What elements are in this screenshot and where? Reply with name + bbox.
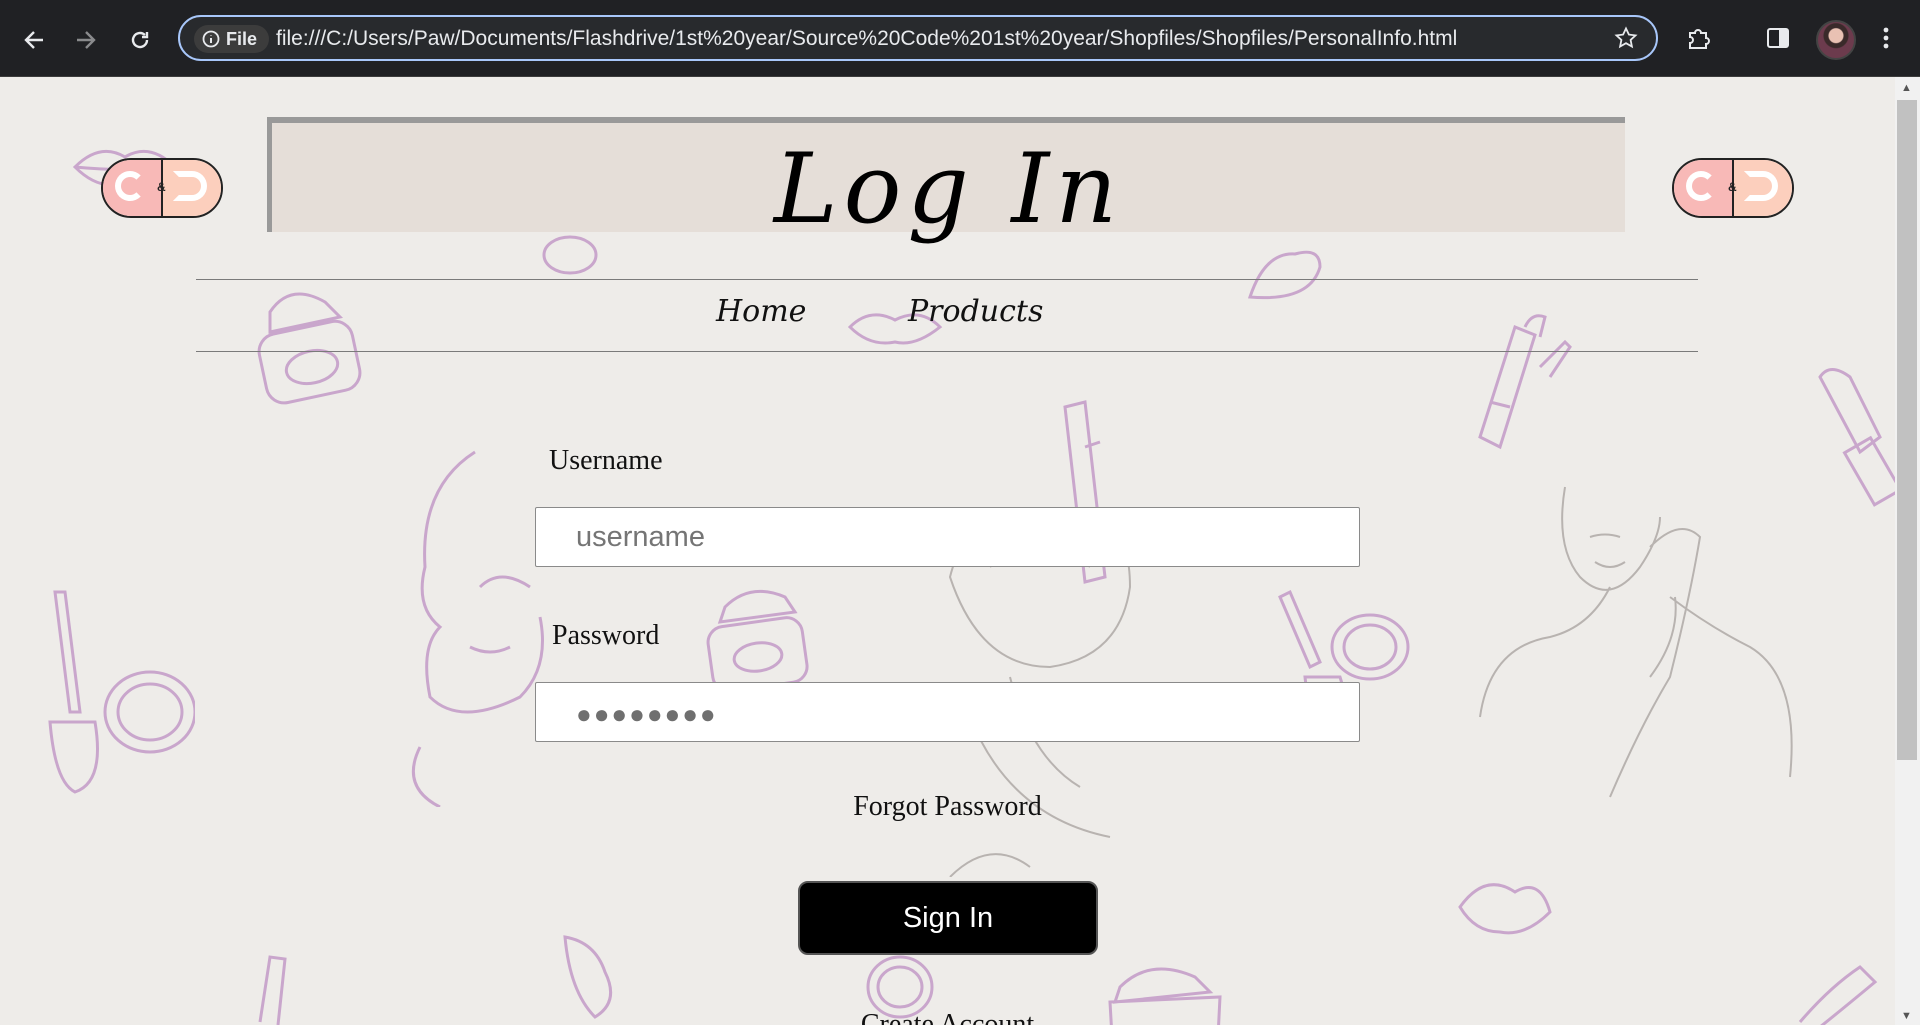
lips-icon	[1247, 250, 1322, 300]
makeup-brush-and-compact-icon	[48, 590, 195, 794]
forward-button[interactable]	[64, 18, 108, 62]
nav-divider-bottom	[196, 351, 1698, 352]
username-input[interactable]	[535, 507, 1360, 567]
nav-link-home[interactable]: Home	[716, 294, 806, 329]
info-icon	[202, 30, 220, 48]
page-title-banner: Log In	[267, 117, 1625, 245]
create-account-link[interactable]: Create Account	[0, 1009, 1895, 1025]
reload-icon	[131, 31, 149, 49]
scrollbar-thumb[interactable]	[1897, 100, 1917, 760]
password-input[interactable]	[535, 682, 1360, 742]
reload-button[interactable]	[118, 18, 162, 62]
lips-icon	[1458, 883, 1552, 935]
password-label: Password	[552, 620, 660, 651]
extensions-button[interactable]	[1683, 22, 1715, 54]
lipstick-icon	[1818, 368, 1895, 507]
back-arrow-icon	[24, 31, 43, 49]
brand-logo-left: &	[101, 158, 223, 218]
puzzle-icon	[1689, 29, 1710, 49]
nav-divider-top	[196, 279, 1698, 280]
scroll-down-arrow-icon[interactable]: ▼	[1901, 1010, 1912, 1022]
browser-menu-button[interactable]	[1870, 22, 1902, 54]
site-info-chip[interactable]: File	[194, 25, 270, 53]
url-text[interactable]: file:///C:/Users/Paw/Documents/Flashdriv…	[276, 27, 1457, 51]
username-label: Username	[549, 445, 663, 476]
forward-arrow-icon	[77, 31, 96, 49]
brand-logo-right: &	[1672, 158, 1794, 218]
lipstick-icon	[1478, 314, 1572, 450]
back-button[interactable]	[12, 18, 56, 62]
side-panel-icon	[1767, 28, 1789, 48]
cream-jar-icon	[257, 292, 362, 405]
nav-link-products[interactable]: Products	[908, 294, 1043, 329]
browser-toolbar: File file:///C:/Users/Paw/Documents/Flas…	[0, 0, 1920, 77]
bookmark-star-button[interactable]	[1614, 26, 1638, 55]
profile-avatar[interactable]	[1816, 20, 1856, 60]
star-icon	[1614, 26, 1638, 49]
sign-in-button[interactable]: Sign In	[798, 881, 1098, 955]
kebab-menu-icon	[1883, 27, 1889, 49]
file-chip-label: File	[226, 28, 258, 49]
side-panel-button[interactable]	[1762, 22, 1794, 54]
page-viewport: & & Log In Home Products Username Passwo…	[0, 77, 1895, 1025]
page-title: Log In	[773, 133, 1124, 245]
forgot-password-link[interactable]: Forgot Password	[0, 791, 1895, 823]
cream-jar-icon	[706, 589, 809, 692]
address-bar[interactable]: File file:///C:/Users/Paw/Documents/Flas…	[178, 15, 1658, 61]
scroll-up-arrow-icon[interactable]: ▲	[1901, 82, 1912, 94]
